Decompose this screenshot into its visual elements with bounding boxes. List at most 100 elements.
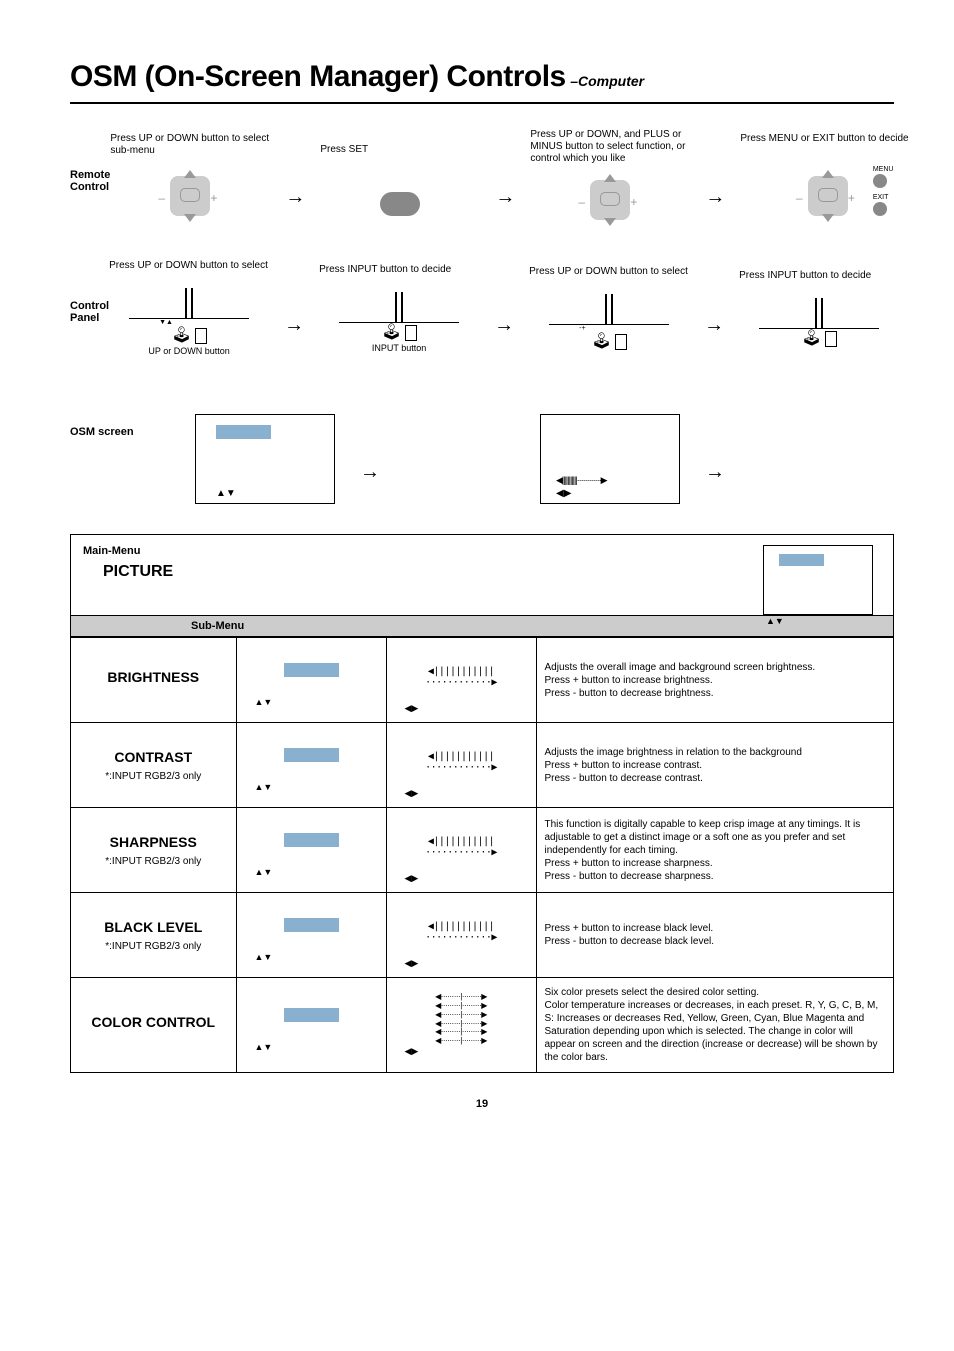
- submenu-name: BRIGHTNESS: [79, 669, 228, 685]
- arrow-icon: →: [704, 279, 724, 337]
- leftright-indicator: ◀▶: [395, 703, 528, 714]
- arrow-icon: →: [285, 151, 305, 209]
- highlight-icon: [284, 1008, 339, 1022]
- menu-button-icon: [873, 174, 887, 188]
- panel-updown-icon: ▼▲ 🕹 UP or DOWN button: [119, 288, 259, 356]
- exit-button-icon: [873, 202, 887, 216]
- panel-input-icon: 🕹 INPUT button: [329, 292, 469, 353]
- submenu-description: Six color presets select the desired col…: [536, 978, 893, 1073]
- updown-indicator: ▲▼: [245, 1042, 378, 1052]
- highlight-icon: [284, 918, 339, 932]
- table-row: CONTRAST *:INPUT RGB2/3 only ▲▼ ◀||||||||||…: [71, 723, 893, 808]
- table-row: SHARPNESS *:INPUT RGB2/3 only ▲▼ ◀|||||||||…: [71, 808, 893, 893]
- updown-indicator: ▲▼: [245, 952, 378, 962]
- osm-row: OSM screen ▲▼ → ◀|||||||||||············…: [70, 386, 894, 504]
- remote-step4: Press MENU or EXIT button to decide – + …: [740, 133, 915, 226]
- leftright-indicator: ◀▶: [395, 873, 528, 884]
- panel-step2: Press INPUT button to decide 🕹 INPUT but…: [319, 264, 479, 353]
- remote-pad-icon: – +: [570, 170, 650, 230]
- panel-icon: -+ 🕹: [539, 294, 679, 350]
- leftright-indicator: ◀▶: [395, 1046, 528, 1057]
- main-menu-name: PICTURE: [103, 563, 173, 581]
- submenu-select-cell: ▲▼: [236, 723, 386, 808]
- panel-step1: Press UP or DOWN button to select ▼▲ 🕹 U…: [109, 260, 269, 356]
- submenu-select-cell: ▲▼: [236, 808, 386, 893]
- submenu-description: Press + button to increase black level.P…: [536, 893, 893, 978]
- arrow-icon: →: [494, 279, 514, 337]
- highlight-icon: [284, 833, 339, 847]
- flow-diagrams: Remote Control Press UP or DOWN button t…: [70, 129, 894, 504]
- submenu-name-cell: CONTRAST *:INPUT RGB2/3 only: [71, 723, 236, 808]
- remote-pad-menu-icon: – + MENU EXIT: [788, 166, 868, 226]
- updown-indicator: ▲▼: [245, 782, 378, 792]
- osm-label: OSM screen: [70, 386, 185, 438]
- submenu-name-cell: SHARPNESS *:INPUT RGB2/3 only: [71, 808, 236, 893]
- menu-table: BRIGHTNESS ▲▼ ◀|||||||||||············▶ ◀▶ A…: [71, 637, 893, 1072]
- remote-step3: Press UP or DOWN, and PLUS or MINUS butt…: [530, 129, 690, 230]
- remote-step2: Press SET: [320, 144, 480, 216]
- remote-step1: Press UP or DOWN button to select sub-me…: [110, 133, 270, 226]
- submenu-name: BLACK LEVEL: [79, 919, 228, 935]
- slider-icon: ◀|||||||||||············▶: [395, 836, 528, 858]
- highlight-icon: [284, 663, 339, 677]
- updown-indicator: ▲▼: [245, 697, 378, 707]
- arrow-icon: →: [284, 279, 304, 337]
- remote-row: Remote Control Press UP or DOWN button t…: [70, 129, 894, 230]
- slider-icon: ◀|||||||||||············▶: [395, 666, 528, 688]
- submenu-description: Adjusts the image brightness in relation…: [536, 723, 893, 808]
- submenu-select-cell: ▲▼: [236, 893, 386, 978]
- mini-osm-icon: ▲▼: [763, 545, 873, 615]
- highlight-icon: [284, 748, 339, 762]
- osm-screen-icon: ▲▼: [195, 414, 335, 504]
- panel-row: Control Panel Press UP or DOWN button to…: [70, 260, 894, 356]
- table-row: BLACK LEVEL *:INPUT RGB2/3 only ▲▼ ◀|||||||…: [71, 893, 893, 978]
- remote-pad-icon: – +: [150, 166, 230, 226]
- submenu-note: *:INPUT RGB2/3 only: [105, 941, 201, 952]
- osm-screen-slider-icon: ◀|||||||||||············▶ ◀▶: [540, 414, 680, 504]
- updown-indicator: ▲▼: [245, 867, 378, 877]
- panel-label: Control Panel: [70, 260, 109, 324]
- osm-screen1: ▲▼: [185, 386, 345, 504]
- submenu-note: *:INPUT RGB2/3 only: [105, 856, 201, 867]
- panel-step3: Press UP or DOWN button to select -+ 🕹: [529, 266, 689, 350]
- submenu-name-cell: BRIGHTNESS: [71, 638, 236, 723]
- arrow-icon: →: [495, 151, 515, 209]
- submenu-adjust-cell: ◀|||||||||||············▶ ◀▶: [386, 638, 536, 723]
- page-title-row: OSM (On-Screen Manager) Controls –Comput…: [70, 60, 894, 104]
- submenu-description: This function is digitally capable to ke…: [536, 808, 893, 893]
- remote-label: Remote Control: [70, 129, 110, 193]
- submenu-adjust-cell: ◀|||||||||||············▶ ◀▶: [386, 808, 536, 893]
- leftright-indicator: ◀▶: [395, 958, 528, 969]
- arrow-icon: →: [360, 406, 380, 484]
- slider-icon: ◀|||||||||||············▶: [395, 751, 528, 773]
- title-main: OSM (On-Screen Manager) Controls: [70, 60, 566, 93]
- page-number: 19: [70, 1098, 894, 1110]
- menu-label: MENU: [873, 166, 894, 173]
- submenu-select-cell: ▲▼: [236, 978, 386, 1073]
- main-menu-box: Main-Menu PICTURE ▲▼ Sub-Menu BRIGHTNESS…: [70, 534, 894, 1073]
- slider-icon: ◀|||||||||||············▶: [395, 921, 528, 943]
- arrow-icon: →: [705, 406, 725, 484]
- arrow-icon: →: [705, 151, 725, 209]
- exit-label: EXIT: [873, 194, 894, 201]
- submenu-name: SHARPNESS: [79, 834, 228, 850]
- submenu-select-cell: ▲▼: [236, 638, 386, 723]
- multi-slider-icon: ◀·········|·········▶◀·········|········…: [395, 993, 528, 1046]
- submenu-name-cell: BLACK LEVEL *:INPUT RGB2/3 only: [71, 893, 236, 978]
- submenu-name: CONTRAST: [79, 749, 228, 765]
- submenu-name: COLOR CONTROL: [79, 1014, 228, 1030]
- submenu-adjust-cell: ◀·········|·········▶◀·········|········…: [386, 978, 536, 1073]
- main-menu-label: Main-Menu: [83, 545, 173, 557]
- submenu-description: Adjusts the overall image and background…: [536, 638, 893, 723]
- panel-step4: Press INPUT button to decide 🕹: [739, 270, 899, 347]
- table-row: COLOR CONTROL ▲▼ ◀·········|·········▶◀···…: [71, 978, 893, 1073]
- set-button-icon: [380, 192, 420, 216]
- table-row: BRIGHTNESS ▲▼ ◀|||||||||||············▶ ◀▶ A…: [71, 638, 893, 723]
- osm-screen2: ◀|||||||||||············▶ ◀▶: [530, 386, 690, 504]
- title-subtitle: –Computer: [570, 73, 644, 89]
- submenu-name-cell: COLOR CONTROL: [71, 978, 236, 1073]
- leftright-indicator: ◀▶: [395, 788, 528, 799]
- submenu-adjust-cell: ◀|||||||||||············▶ ◀▶: [386, 723, 536, 808]
- submenu-note: *:INPUT RGB2/3 only: [105, 771, 201, 782]
- submenu-adjust-cell: ◀|||||||||||············▶ ◀▶: [386, 893, 536, 978]
